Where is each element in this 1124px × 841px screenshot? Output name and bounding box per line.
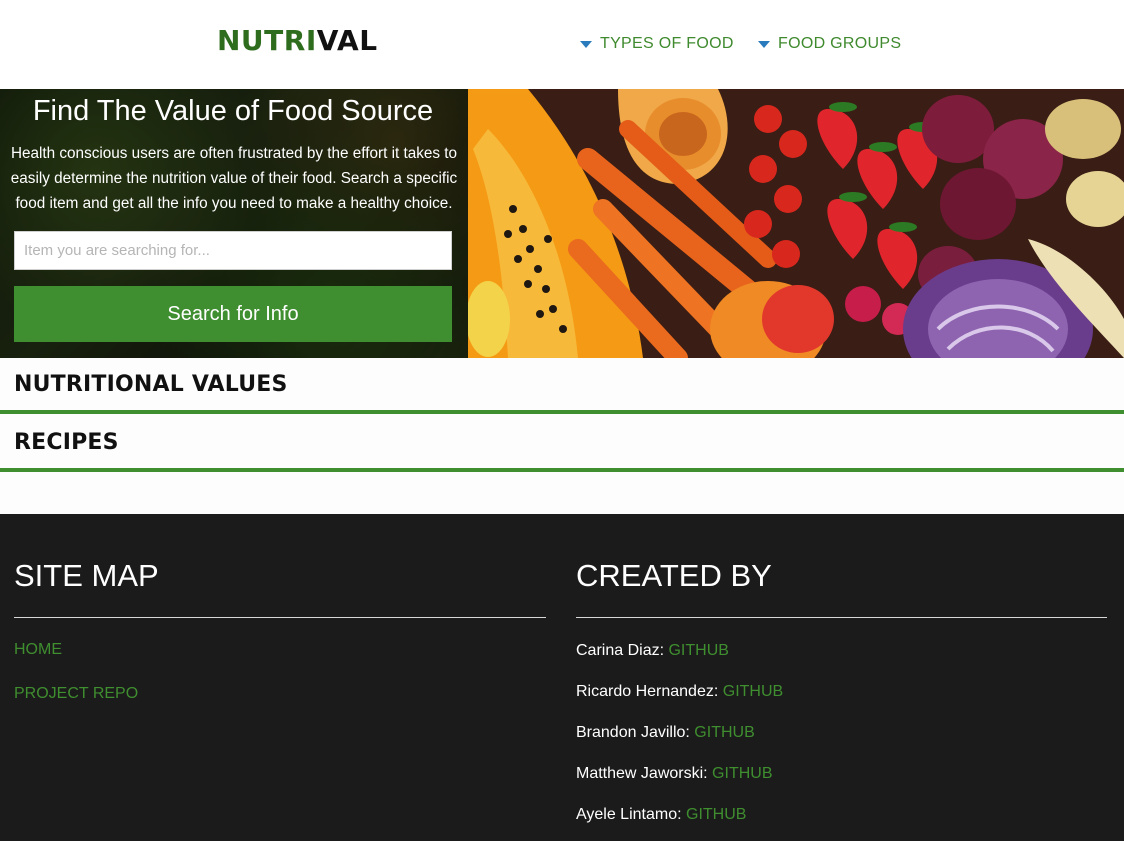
nav-food-groups[interactable]: FOOD GROUPS [758,35,901,53]
creator-entry: Carina Diaz: GITHUB [576,642,729,660]
created-by-heading: CREATED BY [576,558,772,593]
footer-divider [576,617,1107,618]
section-title-nutritional-values[interactable]: NUTRITIONAL VALUES [14,372,288,397]
logo-part-val: VAL [316,24,378,57]
creator-entry: Matthew Jaworski: GITHUB [576,765,773,783]
section-divider [0,468,1124,472]
creator-name: Ricardo Hernandez: [576,683,719,700]
creator-name: Brandon Javillo: [576,724,690,741]
section-divider [0,410,1124,414]
footer-link-home[interactable]: HOME [14,641,62,659]
hero-title: Find The Value of Food Source [32,95,434,127]
site-logo[interactable]: NUTRIVAL [217,24,378,58]
search-button[interactable]: Search for Info [14,286,452,342]
hero-search-panel: Find The Value of Food Source Health con… [0,89,468,358]
creator-name: Carina Diaz: [576,642,665,659]
nav-types-of-food[interactable]: TYPES OF FOOD [580,35,734,53]
site-map-heading: SITE MAP [14,558,159,593]
produce-image [468,89,1124,358]
nav-food-groups-label: FOOD GROUPS [778,35,902,52]
creator-entry: Ayele Lintamo: GITHUB [576,806,746,824]
creator-entry: Brandon Javillo: GITHUB [576,724,755,742]
hero-banner: Find The Value of Food Source Health con… [0,89,1124,358]
footer-divider [14,617,546,618]
section-title-recipes[interactable]: RECIPES [14,430,119,455]
caret-down-icon [580,40,592,48]
creator-name: Matthew Jaworski: [576,765,708,782]
footer-link-project-repo[interactable]: PROJECT REPO [14,685,138,703]
nav-types-of-food-label: TYPES OF FOOD [600,35,734,52]
search-input[interactable] [14,231,452,270]
github-link[interactable]: GITHUB [686,806,746,823]
github-link[interactable]: GITHUB [668,642,728,659]
creator-name: Ayele Lintamo: [576,806,682,823]
produce-illustration [468,89,1124,358]
github-link[interactable]: GITHUB [694,724,754,741]
caret-down-icon [758,40,770,48]
github-link[interactable]: GITHUB [712,765,772,782]
site-header: NUTRIVAL TYPES OF FOOD FOOD GROUPS [0,0,1124,89]
hero-description: Health conscious users are often frustra… [10,145,458,212]
github-link[interactable]: GITHUB [723,683,783,700]
creator-entry: Ricardo Hernandez: GITHUB [576,683,783,701]
logo-part-nutri: NUTRI [217,24,317,57]
site-footer: SITE MAP HOME PROJECT REPO CREATED BY Ca… [0,514,1124,841]
